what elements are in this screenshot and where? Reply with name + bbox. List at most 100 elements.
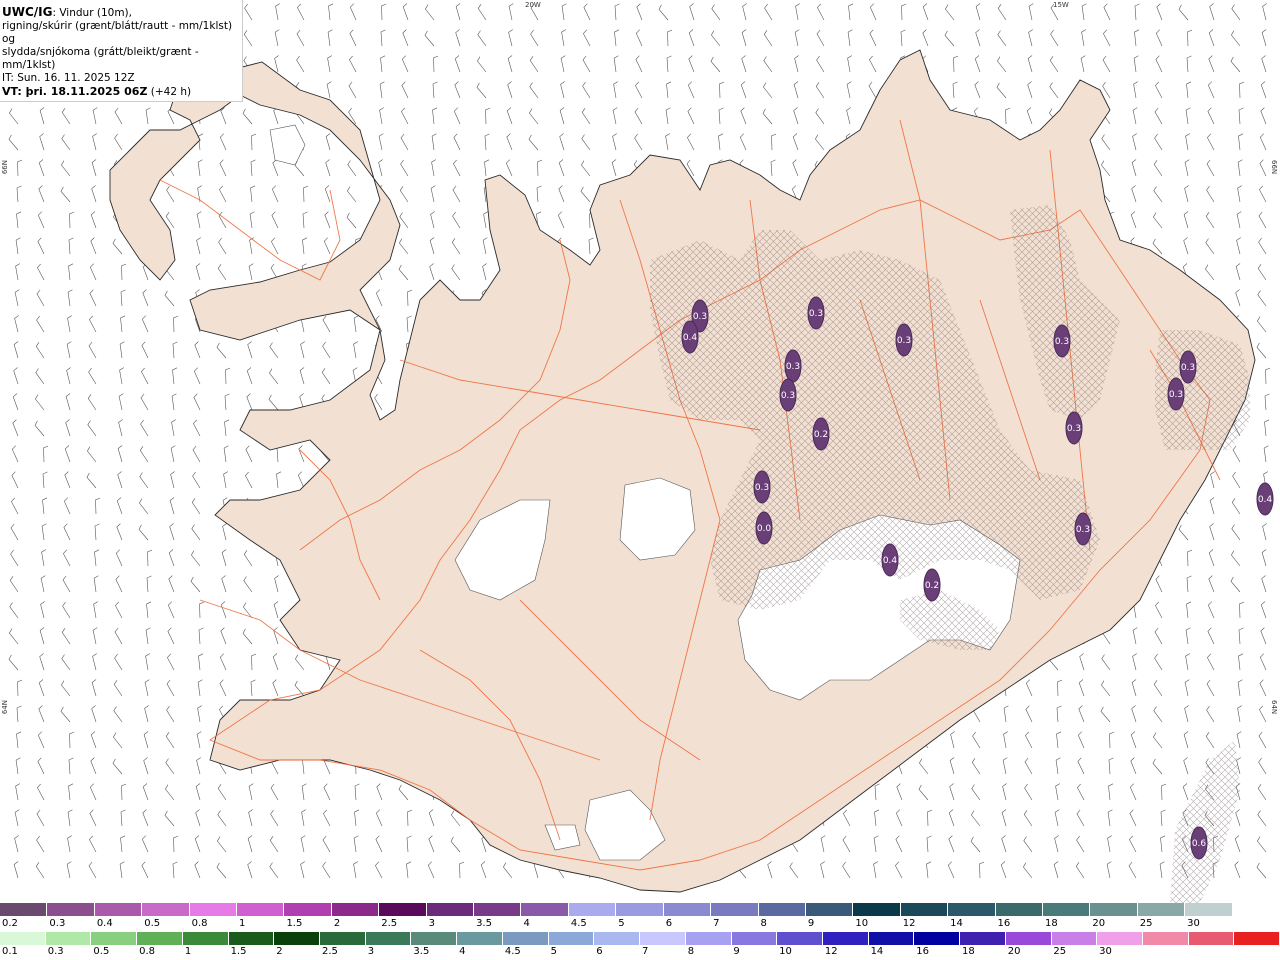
legend-label: 16 bbox=[997, 918, 1011, 929]
graticule-label-20w: 20W bbox=[525, 1, 541, 9]
legend-label: 1.5 bbox=[286, 918, 303, 929]
legend-swatch bbox=[320, 932, 366, 945]
legend-swatch bbox=[948, 903, 996, 916]
legend-swatch bbox=[568, 903, 617, 916]
legend-label: 16 bbox=[916, 946, 930, 957]
snow-cell-label: 0.3 bbox=[1067, 424, 1081, 434]
snow-cell-label: 0.2 bbox=[814, 430, 828, 440]
header-line3: slydda/snjókoma (grátt/bleikt/grænt - mm… bbox=[2, 46, 199, 71]
snow-cell-label: 0.3 bbox=[1181, 363, 1195, 373]
legend-label: 12 bbox=[902, 918, 916, 929]
snow-cell-label: 0.3 bbox=[1076, 525, 1090, 535]
legend-label: 0.2 bbox=[2, 918, 18, 929]
legend-swatch bbox=[411, 932, 458, 945]
map-header: UWC/IG: Vindur (10m), rigning/skúrir (gr… bbox=[0, 0, 243, 102]
header-line2: rigning/skúrir (grænt/blátt/rautt - mm/1… bbox=[2, 20, 233, 45]
legend-swatch bbox=[900, 903, 949, 916]
legend-swatch bbox=[758, 903, 806, 916]
legend-label: 10 bbox=[855, 918, 869, 929]
legend-swatch bbox=[502, 932, 549, 945]
legend-swatch bbox=[1188, 932, 1235, 945]
legend-label: 9 bbox=[807, 918, 815, 929]
legend-label: 10 bbox=[779, 946, 792, 957]
legend-swatch bbox=[521, 903, 569, 916]
legend-label: 2.5 bbox=[381, 918, 398, 929]
graticule-label-64n-right: 64N bbox=[1270, 700, 1278, 715]
legend-label: 9 bbox=[733, 946, 740, 957]
graticule-label-66n-right: 66N bbox=[1270, 160, 1278, 175]
legend-swatch bbox=[1185, 903, 1233, 916]
snow-cell-label: 0.2 bbox=[925, 581, 939, 591]
legend-label: 25 bbox=[1053, 946, 1067, 957]
snow-cell-label: 0.4 bbox=[1258, 495, 1273, 505]
legend-swatch bbox=[331, 903, 380, 916]
legend-swatch bbox=[182, 932, 229, 945]
legend-swatch bbox=[142, 903, 190, 916]
snow-cell-label: 0.4 bbox=[883, 556, 898, 566]
snow-cell-label: 0.3 bbox=[781, 391, 795, 401]
legend-label: 0.8 bbox=[191, 918, 208, 929]
legend-label: 5 bbox=[550, 946, 557, 957]
legend-swatch bbox=[1137, 903, 1186, 916]
legend-swatch bbox=[379, 903, 427, 916]
legend-rain-colorbar bbox=[0, 932, 1280, 945]
legend-swatch bbox=[284, 903, 332, 916]
legend-swatch bbox=[91, 932, 138, 945]
legend-label: 3.5 bbox=[413, 946, 430, 957]
legend-label: 4.5 bbox=[504, 946, 521, 957]
snow-cell-label: 0.0 bbox=[757, 524, 772, 534]
weather-map: 0.3 0.4 0.3 0.3 0.3 0.3 0.3 0.3 0.3 0.3 0.2 0.3 0.0 0… bbox=[0, 0, 1280, 903]
legend-label: 1.5 bbox=[230, 946, 247, 957]
graticule-label-64n-left: 64N bbox=[1, 700, 9, 715]
header-line1: : Vindur (10m), bbox=[52, 7, 132, 19]
legend-snow-labels: 0.2 0.3 0.4 0.5 0.8 1 1.5 2 2.5 3 3.5 4 4.5 5 6 7 8 9 10 12… bbox=[0, 918, 1280, 932]
graticule-label-15w: 15W bbox=[1053, 1, 1069, 9]
legend-swatch bbox=[995, 903, 1043, 916]
legend-label: 25 bbox=[1139, 918, 1153, 929]
legend-swatch bbox=[777, 932, 823, 945]
legend-swatch bbox=[1090, 903, 1138, 916]
legend-swatch bbox=[805, 903, 854, 916]
legend-label: 6 bbox=[596, 946, 603, 957]
legend-swatch bbox=[914, 932, 961, 945]
legend-label: 4 bbox=[459, 946, 466, 957]
legend-swatch bbox=[640, 932, 686, 945]
legend-label: 18 bbox=[962, 946, 975, 957]
legend-swatch bbox=[237, 903, 285, 916]
legend-label: 3 bbox=[367, 946, 375, 957]
snow-cell-label: 0.6 bbox=[1192, 839, 1207, 849]
legend-label: 14 bbox=[950, 918, 963, 929]
legend-label: 0.3 bbox=[49, 918, 66, 929]
legend-swatch bbox=[594, 932, 641, 945]
legend-swatch bbox=[426, 903, 475, 916]
legend-label: 0.8 bbox=[139, 946, 156, 957]
snow-cell-label: 0.4 bbox=[683, 333, 698, 343]
legend-swatch bbox=[45, 932, 92, 945]
legend-swatch bbox=[474, 903, 522, 916]
legend-swatch bbox=[822, 932, 869, 945]
legend-label: 0.5 bbox=[93, 946, 110, 957]
legend-label: 7 bbox=[713, 918, 720, 929]
legend-label: 8 bbox=[760, 918, 767, 929]
header-valid-time: VT: þri. 18.11.2025 06Z bbox=[2, 85, 148, 98]
legend-label: 2.5 bbox=[322, 946, 338, 957]
legend-swatch bbox=[1142, 932, 1189, 945]
legend-swatch bbox=[1005, 932, 1052, 945]
snow-cell-label: 0.3 bbox=[786, 362, 800, 372]
legend-swatch bbox=[457, 932, 503, 945]
legend-swatch bbox=[274, 932, 321, 945]
legend-label: 12 bbox=[824, 946, 838, 957]
model-name: UWC/IG bbox=[2, 5, 53, 19]
legend-rain-labels: 0.1 0.3 0.5 0.8 1 1.5 2 2.5 3 3.5 4 4.5 5 6 7 8 9 10 12 14 1… bbox=[0, 946, 1280, 960]
legend-label: 4.5 bbox=[570, 918, 587, 929]
legend-label: 1 bbox=[184, 946, 192, 957]
header-forecast-hour: (+42 h) bbox=[147, 86, 192, 98]
snow-cell-label: 0.3 bbox=[809, 309, 823, 319]
legend-label: 30 bbox=[1099, 946, 1112, 957]
legend-label: 20 bbox=[1092, 918, 1106, 929]
legend-label: 0.4 bbox=[96, 918, 113, 929]
legend-swatch bbox=[1232, 903, 1280, 916]
legend-swatch bbox=[137, 932, 183, 945]
legend-label: 2 bbox=[333, 918, 341, 929]
legend-label: 30 bbox=[1187, 918, 1200, 929]
